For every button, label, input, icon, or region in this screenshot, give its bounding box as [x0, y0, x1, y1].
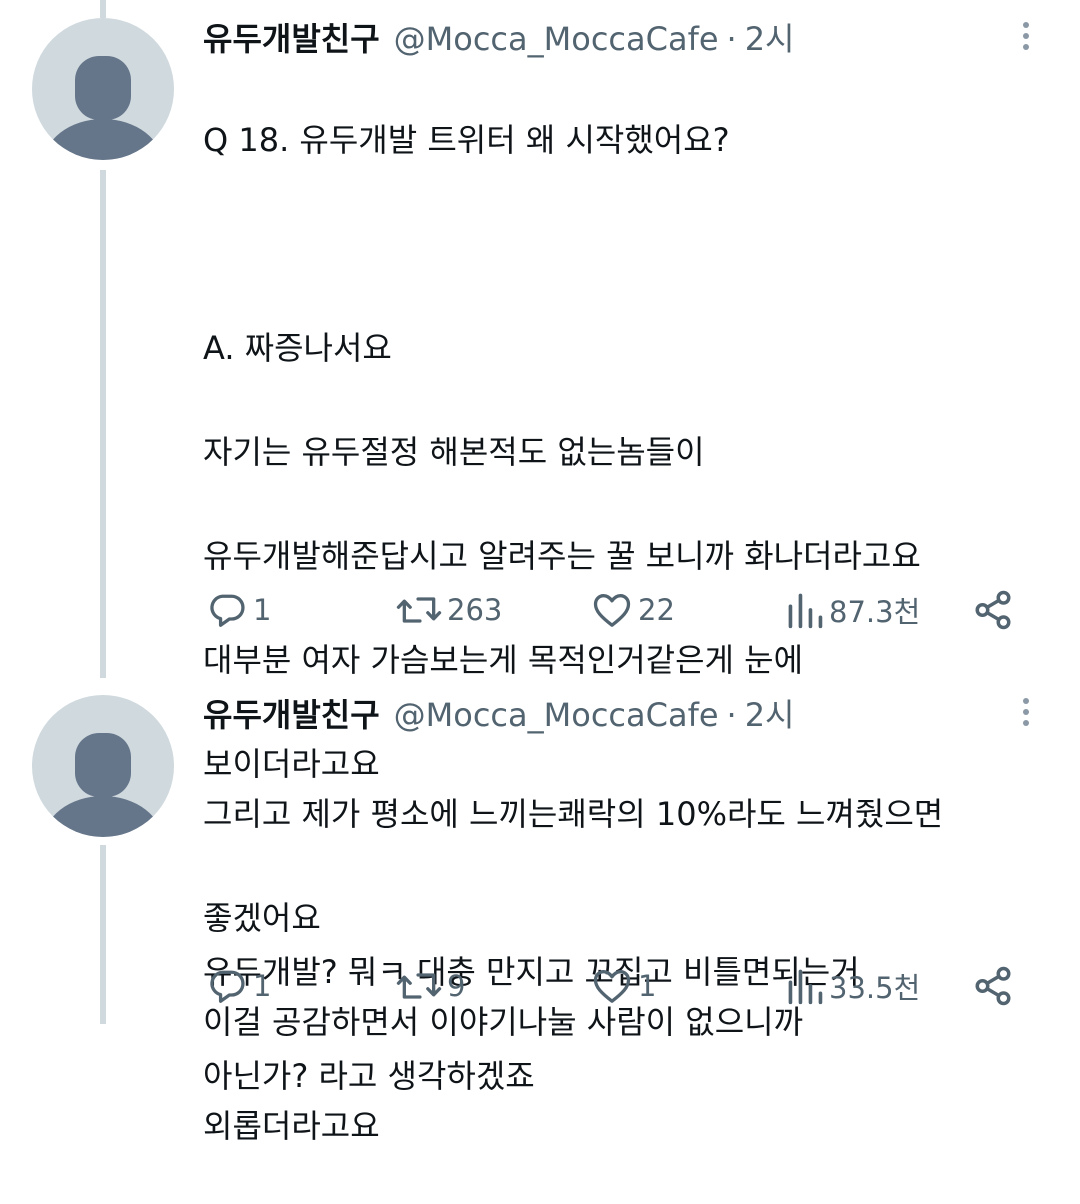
more-vertical-icon — [1023, 698, 1029, 704]
views-count: 87.3천 — [829, 595, 921, 629]
action-bar: 1 9 1 33.5천 — [0, 961, 1080, 1011]
text-line: Q 18. 유두개발 트위터 왜 시작했어요? — [203, 121, 730, 159]
timestamp[interactable]: 2시 — [745, 690, 795, 736]
text-line: 자기는 유두절정 해본적도 없는놈들이 — [203, 433, 705, 471]
like-button[interactable]: 1 — [590, 961, 656, 1011]
author-handle[interactable]: @Mocca_MoccaCafe — [394, 696, 719, 734]
reply-count: 1 — [253, 969, 272, 1003]
text-line: A. 짜증나서요 — [203, 329, 392, 367]
views-bar-chart-icon — [788, 969, 823, 1005]
retweet-icon — [396, 597, 442, 623]
author-handle[interactable]: @Mocca_MoccaCafe — [394, 20, 719, 58]
tweet-header: 유두개발친구 @Mocca_MoccaCafe · 2시 — [203, 14, 795, 58]
retweet-button[interactable]: 9 — [395, 961, 465, 1011]
author-name[interactable]: 유두개발친구 — [203, 690, 380, 736]
retweet-button[interactable]: 263 — [395, 585, 502, 635]
tweet-header: 유두개발친구 @Mocca_MoccaCafe · 2시 — [203, 690, 795, 734]
text-line: 유두개발해준답시고 알려주는 꿀 보니까 화나더라고요 — [203, 537, 921, 575]
share-button[interactable] — [972, 961, 1014, 1011]
views-bar-chart-icon — [788, 593, 823, 629]
share-icon — [975, 590, 1011, 630]
more-dot — [1023, 33, 1029, 39]
text-line: 외롭더라고요 — [203, 1107, 380, 1145]
retweet-count: 9 — [447, 969, 466, 1003]
reply-icon — [210, 970, 245, 1003]
views-button[interactable]: 87.3천 — [785, 585, 920, 635]
heart-icon — [593, 594, 631, 627]
views-count: 33.5천 — [829, 971, 921, 1005]
more-dot — [1023, 44, 1029, 50]
author-name[interactable]: 유두개발친구 — [203, 14, 380, 60]
like-count: 1 — [638, 969, 657, 1003]
timestamp[interactable]: 2시 — [745, 14, 795, 60]
share-icon — [975, 966, 1011, 1006]
more-options-button[interactable] — [1014, 692, 1038, 732]
separator-dot: · — [726, 696, 737, 734]
like-button[interactable]: 22 — [590, 585, 675, 635]
avatar[interactable] — [32, 18, 174, 160]
reply-button[interactable]: 1 — [205, 585, 271, 635]
text-line: 좋겠어요 — [203, 899, 321, 937]
text-line: 그리고 제가 평소에 느끼는쾌락의 10%라도 느껴줬으면 — [203, 795, 944, 833]
like-count: 22 — [638, 593, 675, 627]
heart-icon — [593, 970, 631, 1003]
action-bar: 1 263 22 87.3천 — [0, 585, 1080, 635]
default-avatar-icon — [43, 56, 163, 160]
views-button[interactable]: 33.5천 — [785, 961, 920, 1011]
separator-dot: · — [726, 20, 737, 58]
default-avatar-icon — [43, 733, 163, 837]
retweet-icon — [396, 973, 442, 999]
reply-button[interactable]: 1 — [205, 961, 271, 1011]
text-line — [203, 218, 1063, 270]
reply-count: 1 — [253, 593, 272, 627]
retweet-count: 263 — [447, 593, 503, 627]
avatar[interactable] — [32, 695, 174, 837]
more-vertical-icon — [1023, 22, 1029, 28]
more-dot — [1023, 720, 1029, 726]
more-dot — [1023, 709, 1029, 715]
tweet-1[interactable]: 유두개발친구 @Mocca_MoccaCafe · 2시 Q 18. 유두개발 … — [0, 0, 1080, 1095]
tweet-2[interactable]: 유두개발친구 @Mocca_MoccaCafe · 2시 그리고 제가 평소에 … — [0, 678, 1080, 1145]
reply-icon — [210, 594, 245, 627]
share-button[interactable] — [972, 585, 1014, 635]
more-options-button[interactable] — [1014, 16, 1038, 56]
